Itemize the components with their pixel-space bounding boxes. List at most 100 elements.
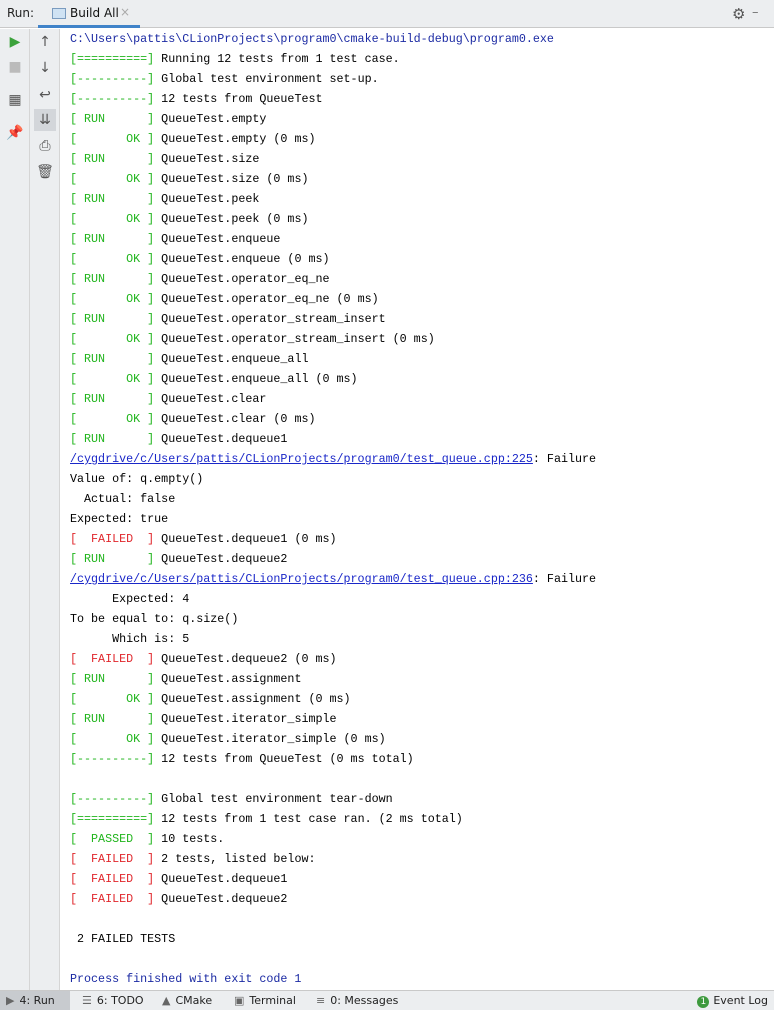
scroll-to-end-icon[interactable]: ⇊ — [34, 109, 56, 131]
console-text: QueueTest.enqueue (0 ms) — [154, 252, 330, 266]
console-line: [ RUN ] QueueTest.operator_eq_ne — [70, 269, 330, 289]
console-text: Value of: q.empty() — [70, 472, 204, 486]
layout-icon[interactable]: ▦ — [4, 89, 26, 111]
gear-icon[interactable]: ⚙ — [732, 5, 745, 23]
console-text: [ FAILED ] — [70, 532, 155, 546]
tool-tab-terminal[interactable]: ▣ Terminal — [228, 991, 302, 1010]
console-line: [ RUN ] QueueTest.peek — [70, 189, 259, 209]
console-line: [ OK ] QueueTest.operator_stream_insert … — [70, 329, 435, 349]
console-text: [ OK ] — [70, 172, 155, 186]
console-text: [----------] — [70, 752, 155, 766]
console-text: [ FAILED ] — [70, 652, 155, 666]
console-line: [ RUN ] QueueTest.assignment — [70, 669, 301, 689]
console-text: QueueTest.enqueue — [154, 232, 281, 246]
arrow-up-icon[interactable]: ↑ — [34, 31, 56, 53]
console-text: [ RUN ] — [70, 352, 155, 366]
console-text: To be equal to: q.size() — [70, 612, 239, 626]
console-line: [ RUN ] QueueTest.empty — [70, 109, 266, 129]
console-text: [----------] — [70, 92, 155, 106]
tool-tab-label: 4: Run — [19, 994, 55, 1007]
console-text: 12 tests from QueueTest — [154, 92, 323, 106]
close-tab-icon[interactable]: × — [120, 5, 130, 19]
console-text: Expected: 4 — [70, 592, 190, 606]
tool-tab-todo[interactable]: ☰ 6: TODO — [76, 991, 150, 1010]
console-text: [ RUN ] — [70, 152, 155, 166]
console-text: [ RUN ] — [70, 312, 155, 326]
console-text: QueueTest.clear (0 ms) — [154, 412, 316, 426]
tool-tab-label: 6: TODO — [96, 994, 144, 1007]
tab-build-all[interactable]: Build All × — [38, 0, 140, 28]
console-text: [ FAILED ] — [70, 852, 155, 866]
console-text: QueueTest.assignment (0 ms) — [154, 692, 351, 706]
tool-tab-messages[interactable]: ≡ 0: Messages — [310, 991, 404, 1010]
console-text: Running 12 tests from 1 test case. — [154, 52, 400, 66]
tab-label: Build All — [70, 6, 119, 20]
console-text: QueueTest.operator_stream_insert (0 ms) — [154, 332, 435, 346]
console-line: [ FAILED ] QueueTest.dequeue1 (0 ms) — [70, 529, 337, 549]
console-text: Global test environment tear-down — [154, 792, 393, 806]
console-text: QueueTest.dequeue2 (0 ms) — [154, 652, 337, 666]
console-line: [ OK ] QueueTest.enqueue (0 ms) — [70, 249, 330, 269]
console-text: [----------] — [70, 72, 155, 86]
console-text: QueueTest.dequeue1 — [154, 432, 288, 446]
console-line: [ OK ] QueueTest.iterator_simple (0 ms) — [70, 729, 386, 749]
run-label: Run: — [7, 6, 35, 20]
console-text: : Failure — [532, 572, 597, 586]
console-line: /cygdrive/c/Users/pattis/CLionProjects/p… — [70, 449, 596, 469]
rerun-icon[interactable]: ▶ — [4, 31, 26, 53]
list-icon: ☰ — [82, 994, 92, 1007]
arrow-down-icon[interactable]: ↓ — [34, 57, 56, 79]
console-text: QueueTest.operator_stream_insert — [154, 312, 386, 326]
console-text: Process finished with exit code 1 — [70, 972, 302, 986]
event-log-button[interactable]: 1 Event Log — [697, 991, 768, 1010]
source-link[interactable]: /cygdrive/c/Users/pattis/CLionProjects/p… — [70, 452, 533, 466]
stop-icon[interactable]: ■ — [4, 56, 26, 78]
soft-wrap-icon[interactable]: ↩ — [34, 84, 56, 106]
console-text: Actual: false — [70, 492, 176, 506]
minimize-icon[interactable]: – — [752, 5, 759, 20]
tool-tab-label: CMake — [175, 994, 213, 1007]
console-line: [ RUN ] QueueTest.iterator_simple — [70, 709, 337, 729]
console-line: To be equal to: q.size() — [70, 609, 238, 629]
console-line: Which is: 5 — [70, 629, 189, 649]
run-toolbar: ▶ ■ ▦ 📌 — [0, 29, 30, 990]
console-line: [----------] 12 tests from QueueTest — [70, 89, 323, 109]
console-text: 10 tests. — [154, 832, 225, 846]
console-text: [ OK ] — [70, 372, 155, 386]
event-log-label: Event Log — [713, 994, 768, 1007]
console-text: [----------] — [70, 792, 155, 806]
console-text: [ RUN ] — [70, 712, 155, 726]
console-text: [ OK ] — [70, 732, 155, 746]
console-line: /cygdrive/c/Users/pattis/CLionProjects/p… — [70, 569, 596, 589]
console-text: [ OK ] — [70, 692, 155, 706]
console-line: [ OK ] QueueTest.peek (0 ms) — [70, 209, 308, 229]
console-text: [ RUN ] — [70, 232, 155, 246]
console-line: [ OK ] QueueTest.enqueue_all (0 ms) — [70, 369, 358, 389]
console-line: [ OK ] QueueTest.operator_eq_ne (0 ms) — [70, 289, 379, 309]
console-line: Expected: 4 — [70, 589, 189, 609]
console-text: : Failure — [532, 452, 597, 466]
console-text: C:\Users\pattis\CLionProjects\program0\c… — [70, 32, 554, 46]
console-text: [ RUN ] — [70, 552, 155, 566]
console-text: [ FAILED ] — [70, 892, 155, 906]
tool-tab-label: Terminal — [249, 994, 296, 1007]
console-line: [ RUN ] QueueTest.enqueue — [70, 229, 280, 249]
console-text: Which is: 5 — [70, 632, 190, 646]
console-line: [ FAILED ] QueueTest.dequeue1 — [70, 869, 287, 889]
print-icon[interactable]: ⎙ — [34, 135, 56, 157]
console-line: [ FAILED ] 2 tests, listed below: — [70, 849, 316, 869]
console-text: QueueTest.empty — [154, 112, 267, 126]
console-text: [ RUN ] — [70, 432, 155, 446]
console-line: [ FAILED ] QueueTest.dequeue2 — [70, 889, 287, 909]
source-link[interactable]: /cygdrive/c/Users/pattis/CLionProjects/p… — [70, 572, 533, 586]
console-output[interactable]: C:\Users\pattis\CLionProjects\program0\c… — [60, 29, 774, 990]
tool-tab-run[interactable]: ▶ 4: Run — [0, 991, 70, 1010]
console-text: QueueTest.peek — [154, 192, 260, 206]
console-text: 2 tests, listed below: — [154, 852, 316, 866]
pin-icon[interactable]: 📌 — [4, 122, 26, 144]
console-text: Global test environment set-up. — [154, 72, 379, 86]
tool-tab-cmake[interactable]: ▲ CMake — [156, 991, 218, 1010]
console-line: [----------] Global test environment tea… — [70, 789, 393, 809]
trash-icon[interactable]: 🗑 — [34, 161, 56, 183]
console-text: QueueTest.operator_eq_ne (0 ms) — [154, 292, 379, 306]
